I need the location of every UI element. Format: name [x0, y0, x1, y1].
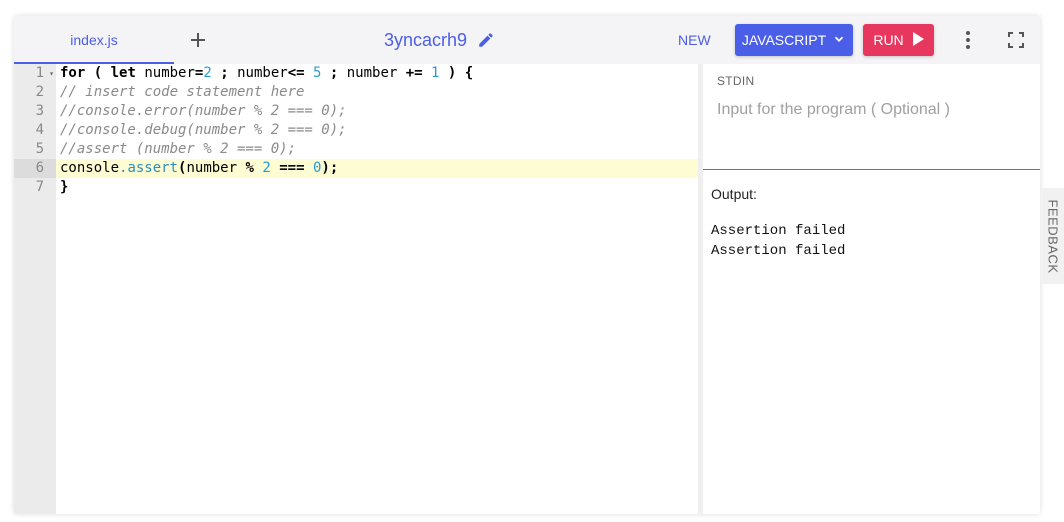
- code-text: console.assert(number % 2 === 0);: [60, 160, 339, 176]
- code-line-1[interactable]: 1 ▾ for ( let number=2 ; number<= 5 ; num…: [14, 64, 698, 83]
- feedback-label: FEEDBACK: [1045, 198, 1061, 274]
- chevron-down-icon: [832, 32, 846, 49]
- code-line-4[interactable]: 4 //console.debug(number % 2 === 0);: [14, 121, 698, 140]
- run-button[interactable]: RUN: [863, 24, 934, 56]
- project-title-group: 3yncacrh9: [384, 26, 495, 54]
- language-label: JAVASCRIPT: [741, 32, 827, 48]
- code-editor[interactable]: 1 ▾ for ( let number=2 ; number<= 5 ; num…: [14, 64, 698, 514]
- line-number: 5: [35, 141, 44, 157]
- code-text: //console.debug(number % 2 === 0);: [60, 122, 347, 138]
- line-number: 3: [35, 103, 44, 119]
- tab-label: index.js: [70, 32, 118, 48]
- code-line-7[interactable]: 7 }: [14, 178, 698, 197]
- output-label: Output:: [711, 186, 757, 202]
- line-number: 2: [35, 84, 44, 100]
- line-number: 4: [35, 122, 44, 138]
- code-playground: index.js 3yncacrh9 NEW JAVASCRIPT RUN 1 …: [14, 16, 1040, 514]
- code-text: //console.error(number % 2 === 0);: [60, 103, 347, 119]
- tab-index-js[interactable]: index.js: [14, 16, 174, 64]
- output-panel: Output: Assertion failed Assertion faile…: [703, 171, 1040, 514]
- code-text: //assert (number % 2 === 0);: [60, 141, 297, 157]
- project-title[interactable]: 3yncacrh9: [384, 30, 467, 51]
- code-text: // insert code statement here: [60, 84, 305, 100]
- output-line: Assertion failed: [711, 223, 846, 239]
- stdin-panel: STDIN: [703, 64, 1040, 170]
- code-lines: 1 ▾ for ( let number=2 ; number<= 5 ; num…: [14, 64, 698, 197]
- line-number: 6: [14, 159, 56, 178]
- output-lines: Assertion failed Assertion failed: [711, 221, 845, 261]
- fold-arrow-icon[interactable]: ▾: [49, 64, 54, 83]
- code-line-2[interactable]: 2 // insert code statement here: [14, 83, 698, 102]
- code-line-3[interactable]: 3 //console.error(number % 2 === 0);: [14, 102, 698, 121]
- new-button[interactable]: NEW: [678, 30, 711, 50]
- more-vertical-icon[interactable]: [956, 28, 980, 52]
- stdin-label: STDIN: [717, 74, 755, 88]
- line-number: 7: [35, 179, 44, 195]
- fullscreen-icon[interactable]: [1004, 28, 1028, 52]
- language-select-button[interactable]: JAVASCRIPT: [735, 24, 853, 56]
- play-icon: [912, 31, 924, 49]
- code-line-5[interactable]: 5 //assert (number % 2 === 0);: [14, 140, 698, 159]
- code-text: }: [60, 179, 69, 195]
- pencil-icon[interactable]: [477, 31, 495, 49]
- output-line: Assertion failed: [711, 243, 846, 259]
- code-line-6[interactable]: 6 console.assert(number % 2 === 0);: [14, 159, 698, 178]
- top-toolbar: index.js 3yncacrh9 NEW JAVASCRIPT RUN: [14, 16, 1040, 64]
- plus-icon[interactable]: [186, 28, 210, 52]
- code-text: for ( let number=2 ; number<= 5 ; number…: [60, 65, 474, 81]
- stdin-input[interactable]: [717, 98, 1027, 122]
- line-number: 1 ▾: [35, 64, 54, 83]
- feedback-tab[interactable]: FEEDBACK: [1042, 188, 1064, 284]
- run-label: RUN: [873, 32, 904, 48]
